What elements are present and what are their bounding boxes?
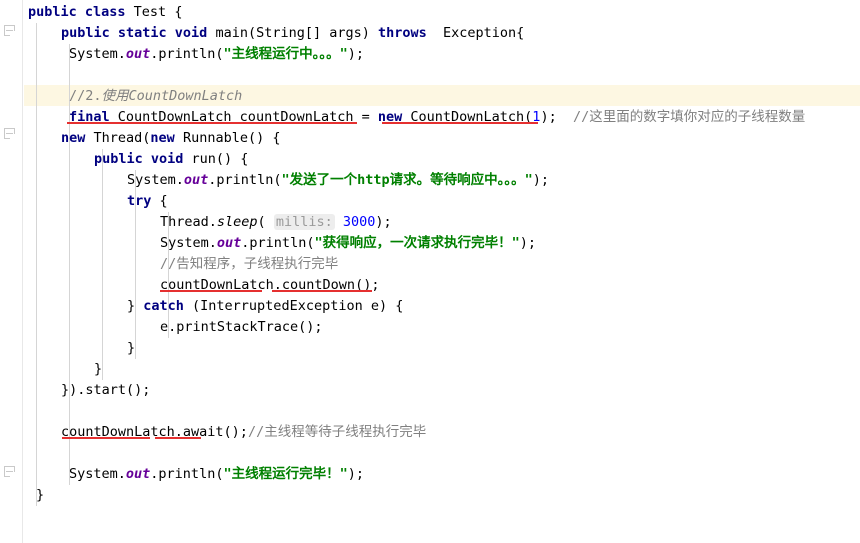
code-token: CountDownLatch <box>128 88 243 104</box>
underline-await-call-right <box>155 437 201 439</box>
code-token: .println( <box>150 466 224 482</box>
code-token: sleep <box>216 214 258 230</box>
line-main-signature[interactable]: public static void main(String[] args) t… <box>61 23 524 44</box>
code-token: "主线程运行中。。。" <box>223 46 348 62</box>
code-token: //这里面的数字填你对应的子线程数量 <box>572 109 806 125</box>
code-token: out <box>125 466 151 482</box>
code-token: } <box>36 487 45 503</box>
code-token: Exception{ <box>426 25 525 41</box>
code-token: ); <box>540 109 573 125</box>
line-thread-sleep[interactable]: Thread.sleep( millis: 3000); <box>160 212 392 233</box>
code-token: System. <box>160 235 217 251</box>
code-token: ); <box>375 214 392 230</box>
code-token: throws <box>378 25 427 41</box>
fold-marker-method-end[interactable] <box>4 466 15 477</box>
code-token: Thread. <box>160 214 217 230</box>
code-token: System. <box>127 172 184 188</box>
code-token: Runnable() { <box>174 130 281 146</box>
code-token: millis: <box>273 214 335 230</box>
code-token: "获得响应，一次请求执行完毕！" <box>314 235 520 251</box>
code-token: ( <box>257 214 274 230</box>
code-token: ); <box>519 235 536 251</box>
code-token: public void <box>94 151 184 167</box>
code-editor[interactable]: public class Test {public static void ma… <box>0 0 860 543</box>
editor-gutter[interactable] <box>0 0 23 543</box>
code-token: e.printStackTrace(); <box>160 319 323 335</box>
code-token: public static void <box>61 25 208 41</box>
code-token: 使用 <box>101 88 129 104</box>
code-token: .println( <box>208 172 282 188</box>
code-token: } <box>94 361 103 377</box>
line-print-main-running[interactable]: System.out.println("主线程运行中。。。"); <box>69 44 364 65</box>
line-close-run[interactable]: } <box>94 359 102 380</box>
code-token: System. <box>69 466 126 482</box>
code-token: ); <box>532 172 549 188</box>
underline-final-declaration-left <box>67 122 357 124</box>
code-token: ); <box>347 466 364 482</box>
line-comment-use-countdownlatch[interactable]: //2.使用CountDownLatch <box>69 86 242 107</box>
underline-countdown-call-right <box>272 290 372 292</box>
line-comment-notify-program[interactable]: //告知程序，子线程执行完毕 <box>160 254 338 275</box>
line-declare-countdownlatch[interactable]: final CountDownLatch countDownLatch = ne… <box>69 107 805 128</box>
code-token: }).start(); <box>61 382 151 398</box>
code-token: } <box>127 340 136 356</box>
code-token: } <box>127 298 144 314</box>
line-try-open[interactable]: try { <box>127 191 168 212</box>
fold-marker-method-main[interactable] <box>4 25 15 36</box>
code-token: //2. <box>69 88 102 104</box>
underline-final-declaration-right <box>382 122 538 124</box>
line-print-main-finished[interactable]: System.out.println("主线程运行完毕！"); <box>69 464 364 485</box>
code-token: (InterruptedException e) { <box>183 298 404 314</box>
code-token: //主线程等待子线程执行完毕 <box>247 424 427 440</box>
line-class-declaration[interactable]: public class Test { <box>28 2 182 23</box>
fold-marker-anonymous-runnable[interactable] <box>4 128 15 139</box>
code-token: 3000 <box>342 214 376 230</box>
code-token: try <box>127 193 152 209</box>
indent-guide-0 <box>36 23 37 506</box>
line-print-sent-http[interactable]: System.out.println("发送了一个http请求。等待响应中。。。… <box>127 170 549 191</box>
line-close-catch[interactable]: } <box>127 338 135 359</box>
code-token: catch <box>143 298 184 314</box>
code-token: "主线程运行完毕！" <box>223 466 348 482</box>
line-new-thread-runnable[interactable]: new Thread(new Runnable() { <box>61 128 280 149</box>
code-token: Thread( <box>85 130 151 146</box>
code-token: //告知程序，子线程执行完毕 <box>160 256 339 272</box>
code-token: new <box>150 130 175 146</box>
code-surface[interactable]: public class Test {public static void ma… <box>24 0 860 543</box>
code-token: out <box>216 235 242 251</box>
line-close-main[interactable]: } <box>36 485 44 506</box>
code-token: main(String[] args) <box>207 25 378 41</box>
indent-guide-2 <box>102 149 103 380</box>
underline-await-call-left <box>62 437 150 439</box>
code-token: new <box>61 130 86 146</box>
code-token: Test { <box>125 4 183 20</box>
code-token: { <box>151 193 168 209</box>
line-thread-start[interactable]: }).start(); <box>61 380 150 401</box>
line-print-got-response[interactable]: System.out.println("获得响应，一次请求执行完毕！"); <box>160 233 536 254</box>
code-token: .println( <box>241 235 315 251</box>
line-catch-clause[interactable]: } catch (InterruptedException e) { <box>127 296 403 317</box>
code-token: "发送了一个http请求。等待响应中。。。" <box>281 172 533 188</box>
code-token: out <box>125 46 151 62</box>
underline-countdown-call-left <box>160 290 262 292</box>
line-run-method[interactable]: public void run() { <box>94 149 248 170</box>
line-countdown-call[interactable]: countDownLatch.countDown(); <box>160 275 379 296</box>
code-token: public class <box>28 4 126 20</box>
code-token: ); <box>347 46 364 62</box>
code-token: run() { <box>183 151 249 167</box>
line-await-call[interactable]: countDownLatch.await();//主线程等待子线程执行完毕 <box>61 422 426 443</box>
line-print-stack-trace[interactable]: e.printStackTrace(); <box>160 317 323 338</box>
code-token: out <box>183 172 209 188</box>
code-token: .println( <box>150 46 224 62</box>
code-token: System. <box>69 46 126 62</box>
